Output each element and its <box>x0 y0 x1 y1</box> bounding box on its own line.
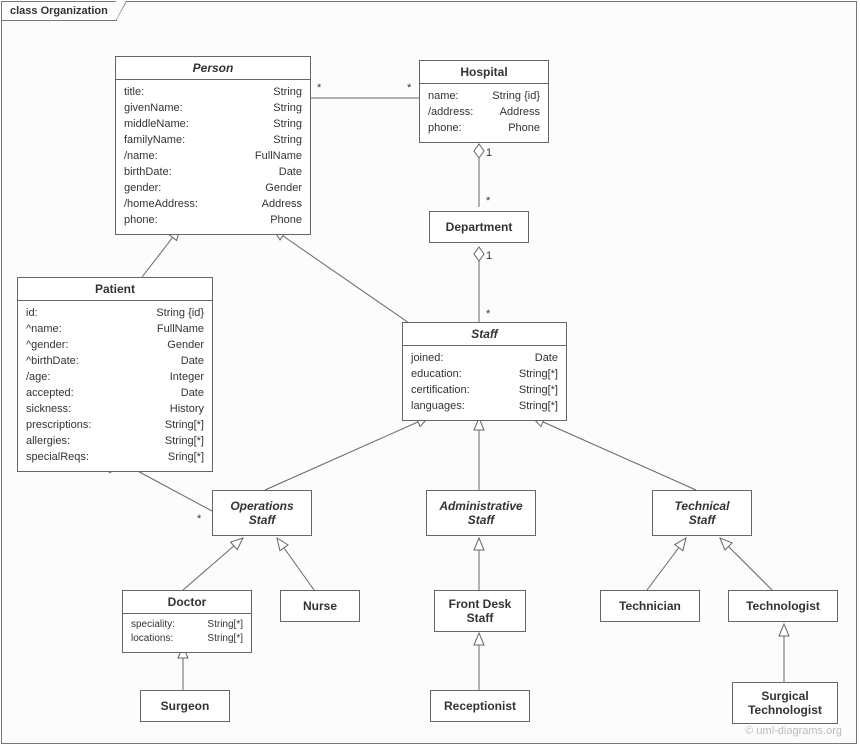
class-technologist-title: Technologist <box>729 591 837 621</box>
class-technician: Technician <box>600 590 700 622</box>
class-staff-title: Staff <box>403 323 566 346</box>
class-administrative-staff-title: Administrative Staff <box>427 491 535 535</box>
class-department-title: Department <box>430 212 528 242</box>
class-receptionist-title: Receptionist <box>431 691 529 721</box>
class-person: Person title:String givenName:String mid… <box>115 56 311 235</box>
class-surgical-technologist: Surgical Technologist <box>732 682 838 724</box>
class-operations-staff: Operations Staff <box>212 490 312 536</box>
class-patient: Patient id:String {id} ^name:FullName ^g… <box>17 277 213 472</box>
class-technical-staff: Technical Staff <box>652 490 752 536</box>
class-surgeon: Surgeon <box>140 690 230 722</box>
class-hospital: Hospital name:String {id} /address:Addre… <box>419 60 549 143</box>
class-doctor-attrs: speciality:String[*] locations:String[*] <box>123 614 251 652</box>
class-doctor: Doctor speciality:String[*] locations:St… <box>122 590 252 653</box>
class-administrative-staff: Administrative Staff <box>426 490 536 536</box>
class-person-attrs: title:String givenName:String middleName… <box>116 80 310 234</box>
class-patient-attrs: id:String {id} ^name:FullName ^gender:Ge… <box>18 301 212 471</box>
mult-patient-ops-bottom: * <box>197 513 201 525</box>
class-surgeon-title: Surgeon <box>141 691 229 721</box>
class-technologist: Technologist <box>728 590 838 622</box>
class-front-desk-staff-title: Front Desk Staff <box>435 591 525 631</box>
mult-person-hospital-left: * <box>317 82 321 94</box>
watermark: © uml-diagrams.org <box>745 725 842 737</box>
mult-dept-staff-top: 1 <box>486 250 492 262</box>
class-technician-title: Technician <box>601 591 699 621</box>
class-front-desk-staff: Front Desk Staff <box>434 590 526 632</box>
class-hospital-attrs: name:String {id} /address:Address phone:… <box>420 84 548 142</box>
class-nurse: Nurse <box>280 590 360 622</box>
mult-hospital-dept-bottom: * <box>486 195 490 207</box>
class-department: Department <box>429 211 529 243</box>
mult-person-hospital-right: * <box>407 82 411 94</box>
mult-hospital-dept-top: 1 <box>486 147 492 159</box>
mult-dept-staff-bottom: * <box>486 308 490 320</box>
class-operations-staff-title: Operations Staff <box>213 491 311 535</box>
uml-frame: class Organization <box>1 1 857 744</box>
class-receptionist: Receptionist <box>430 690 530 722</box>
frame-label: class Organization <box>1 1 117 21</box>
class-technical-staff-title: Technical Staff <box>653 491 751 535</box>
class-person-title: Person <box>116 57 310 80</box>
class-staff: Staff joined:Date education:String[*] ce… <box>402 322 567 421</box>
class-nurse-title: Nurse <box>281 591 359 621</box>
class-patient-title: Patient <box>18 278 212 301</box>
class-doctor-title: Doctor <box>123 591 251 614</box>
class-hospital-title: Hospital <box>420 61 548 84</box>
class-staff-attrs: joined:Date education:String[*] certific… <box>403 346 566 420</box>
class-surgical-technologist-title: Surgical Technologist <box>733 683 837 723</box>
